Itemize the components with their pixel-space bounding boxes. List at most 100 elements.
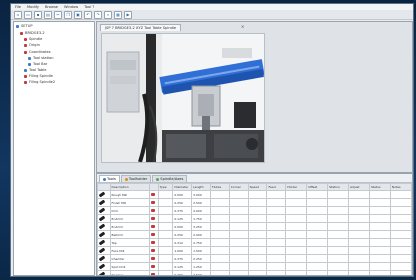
data-cell bbox=[157, 246, 174, 255]
column-header[interactable]: Offset bbox=[306, 183, 329, 191]
data-cell bbox=[285, 230, 308, 239]
warning-icon bbox=[151, 208, 156, 212]
table-row[interactable]: Rough Mill 0.500 3.000 bbox=[97, 190, 412, 199]
tool-icon bbox=[28, 62, 31, 66]
table-row[interactable]: Spot Drill 0.125 1.250 bbox=[97, 262, 412, 271]
copy-icon[interactable]: ❐ bbox=[64, 10, 72, 19]
data-cell bbox=[285, 270, 308, 275]
column-header[interactable]: Speed bbox=[247, 183, 268, 191]
data-cell bbox=[348, 214, 370, 223]
tree-item-tool-station[interactable]: Tool station bbox=[28, 56, 54, 60]
description-cell: Spot Drill bbox=[109, 262, 151, 271]
data-cell bbox=[389, 254, 412, 263]
column-header[interactable]: Length bbox=[191, 183, 211, 191]
column-header[interactable]: Station bbox=[327, 183, 350, 191]
table-row[interactable]: Finish Mill 0.250 2.500 bbox=[97, 198, 412, 207]
column-header[interactable]: Feed bbox=[266, 183, 287, 191]
data-cell bbox=[266, 214, 287, 223]
tool-icon-cell bbox=[97, 222, 111, 231]
tree-item-filing-spindle[interactable]: Filing Spindle bbox=[24, 74, 53, 78]
column-header[interactable]: Notes bbox=[389, 183, 412, 191]
column-header[interactable]: Type bbox=[157, 183, 174, 191]
tree-item-spindle[interactable]: Spindle bbox=[24, 37, 42, 41]
tree-item-origin[interactable]: Origin bbox=[24, 43, 40, 47]
warning-icon bbox=[151, 256, 156, 260]
diameter-cell: 0.375 bbox=[172, 254, 193, 263]
table-row[interactable]: Ballmill 0.250 2.000 bbox=[97, 230, 412, 239]
data-cell bbox=[327, 270, 350, 275]
data-cell bbox=[389, 190, 412, 199]
end-mill-icon bbox=[98, 271, 106, 275]
undo-icon[interactable]: ↶ bbox=[84, 10, 92, 19]
column-header[interactable]: Flutes bbox=[209, 183, 230, 191]
tree-item-filing-spindle-2[interactable]: Filing Spindle2 bbox=[24, 80, 55, 84]
tree-item-coordinates[interactable]: Coordinates bbox=[24, 50, 51, 54]
table-row[interactable]: Chamfer 0.375 2.250 bbox=[97, 254, 412, 263]
data-cell bbox=[348, 206, 370, 215]
zoom-icon[interactable]: ⌕ bbox=[104, 10, 112, 19]
tab-tools[interactable]: Tools bbox=[99, 175, 120, 182]
menu-modify[interactable]: Modify bbox=[27, 5, 39, 9]
new-icon[interactable]: ▫ bbox=[14, 10, 22, 19]
tree-item-bridge[interactable]: BRIDGE3-2 bbox=[20, 31, 45, 35]
folder-icon bbox=[16, 24, 19, 28]
data-cell bbox=[368, 270, 391, 275]
column-header[interactable] bbox=[97, 183, 111, 191]
coordinates-icon bbox=[24, 50, 27, 54]
tree-item-tool-bar[interactable]: Tool Bar bbox=[28, 62, 47, 66]
menu-browse[interactable]: Browse bbox=[45, 5, 58, 9]
diameter-cell: 0.500 bbox=[172, 222, 193, 231]
length-cell: 2.500 bbox=[191, 198, 211, 207]
table-row[interactable]: Drill 0.375 4.000 bbox=[97, 206, 412, 215]
origin-icon bbox=[24, 43, 27, 47]
data-cell bbox=[209, 262, 230, 271]
data-cell bbox=[266, 190, 287, 199]
status-cell bbox=[149, 254, 159, 263]
status-cell bbox=[149, 230, 159, 239]
length-cell: 1.500 bbox=[191, 246, 211, 255]
column-header[interactable]: Description bbox=[109, 183, 151, 191]
tool-icon-cell bbox=[97, 214, 111, 223]
tool-table-panel: Tools Toolholder Spindle/Axes Descriptio… bbox=[96, 173, 413, 276]
diameter-cell: 0.250 bbox=[172, 198, 193, 207]
diameter-cell: 0.125 bbox=[172, 262, 193, 271]
data-cell bbox=[247, 238, 268, 247]
menu-window[interactable]: Window bbox=[64, 5, 78, 9]
tab-spindle-axes[interactable]: Spindle/Axes bbox=[152, 175, 188, 182]
tree-item-tool-table[interactable]: Tool Table bbox=[24, 68, 46, 72]
data-cell bbox=[247, 246, 268, 255]
open-icon[interactable]: ▭ bbox=[24, 10, 32, 19]
data-cell bbox=[157, 190, 174, 199]
data-cell bbox=[348, 222, 370, 231]
column-header[interactable]: Holder bbox=[285, 183, 308, 191]
description-cell: Drill bbox=[109, 206, 151, 215]
cut-icon[interactable]: ✂ bbox=[54, 10, 62, 19]
column-header[interactable] bbox=[149, 183, 159, 191]
print-icon[interactable]: ▤ bbox=[44, 10, 52, 19]
table-row[interactable]: Reamer 0.250 3.500 bbox=[97, 270, 412, 275]
warning-icon bbox=[151, 216, 156, 220]
save-icon[interactable]: ▪ bbox=[34, 10, 42, 19]
redo-icon[interactable]: ↷ bbox=[94, 10, 102, 19]
column-header[interactable]: Adjust bbox=[348, 183, 370, 191]
close-icon[interactable]: × bbox=[241, 24, 246, 30]
tab-toolholder[interactable]: Toolholder bbox=[120, 175, 152, 182]
menu-file[interactable]: File bbox=[15, 5, 21, 9]
tab-machine-view[interactable]: JSP 7 BRIDGE3-2 XYZ Tool Table Spindle bbox=[100, 24, 182, 31]
run-icon[interactable]: ▶ bbox=[124, 10, 132, 19]
table-row[interactable]: Face Mill 1.000 1.500 bbox=[97, 246, 412, 255]
tree-item-setup[interactable]: SETUP bbox=[16, 24, 33, 28]
paste-icon[interactable]: ▣ bbox=[74, 10, 82, 19]
column-header[interactable]: Diameter bbox=[172, 183, 193, 191]
length-cell: 3.000 bbox=[191, 190, 211, 199]
status-cell bbox=[149, 238, 159, 247]
column-header[interactable]: Status bbox=[368, 183, 391, 191]
grid-icon[interactable]: ▦ bbox=[114, 10, 122, 19]
menu-tools[interactable]: Tool ? bbox=[84, 5, 94, 9]
data-cell bbox=[209, 206, 230, 215]
data-cell bbox=[348, 262, 370, 271]
column-header[interactable]: Corner bbox=[228, 183, 249, 191]
table-row[interactable]: Endmill 0.125 1.750 bbox=[97, 214, 412, 223]
table-row[interactable]: Tap 0.312 2.750 bbox=[97, 238, 412, 247]
table-row[interactable]: Endmill 0.500 3.250 bbox=[97, 222, 412, 231]
